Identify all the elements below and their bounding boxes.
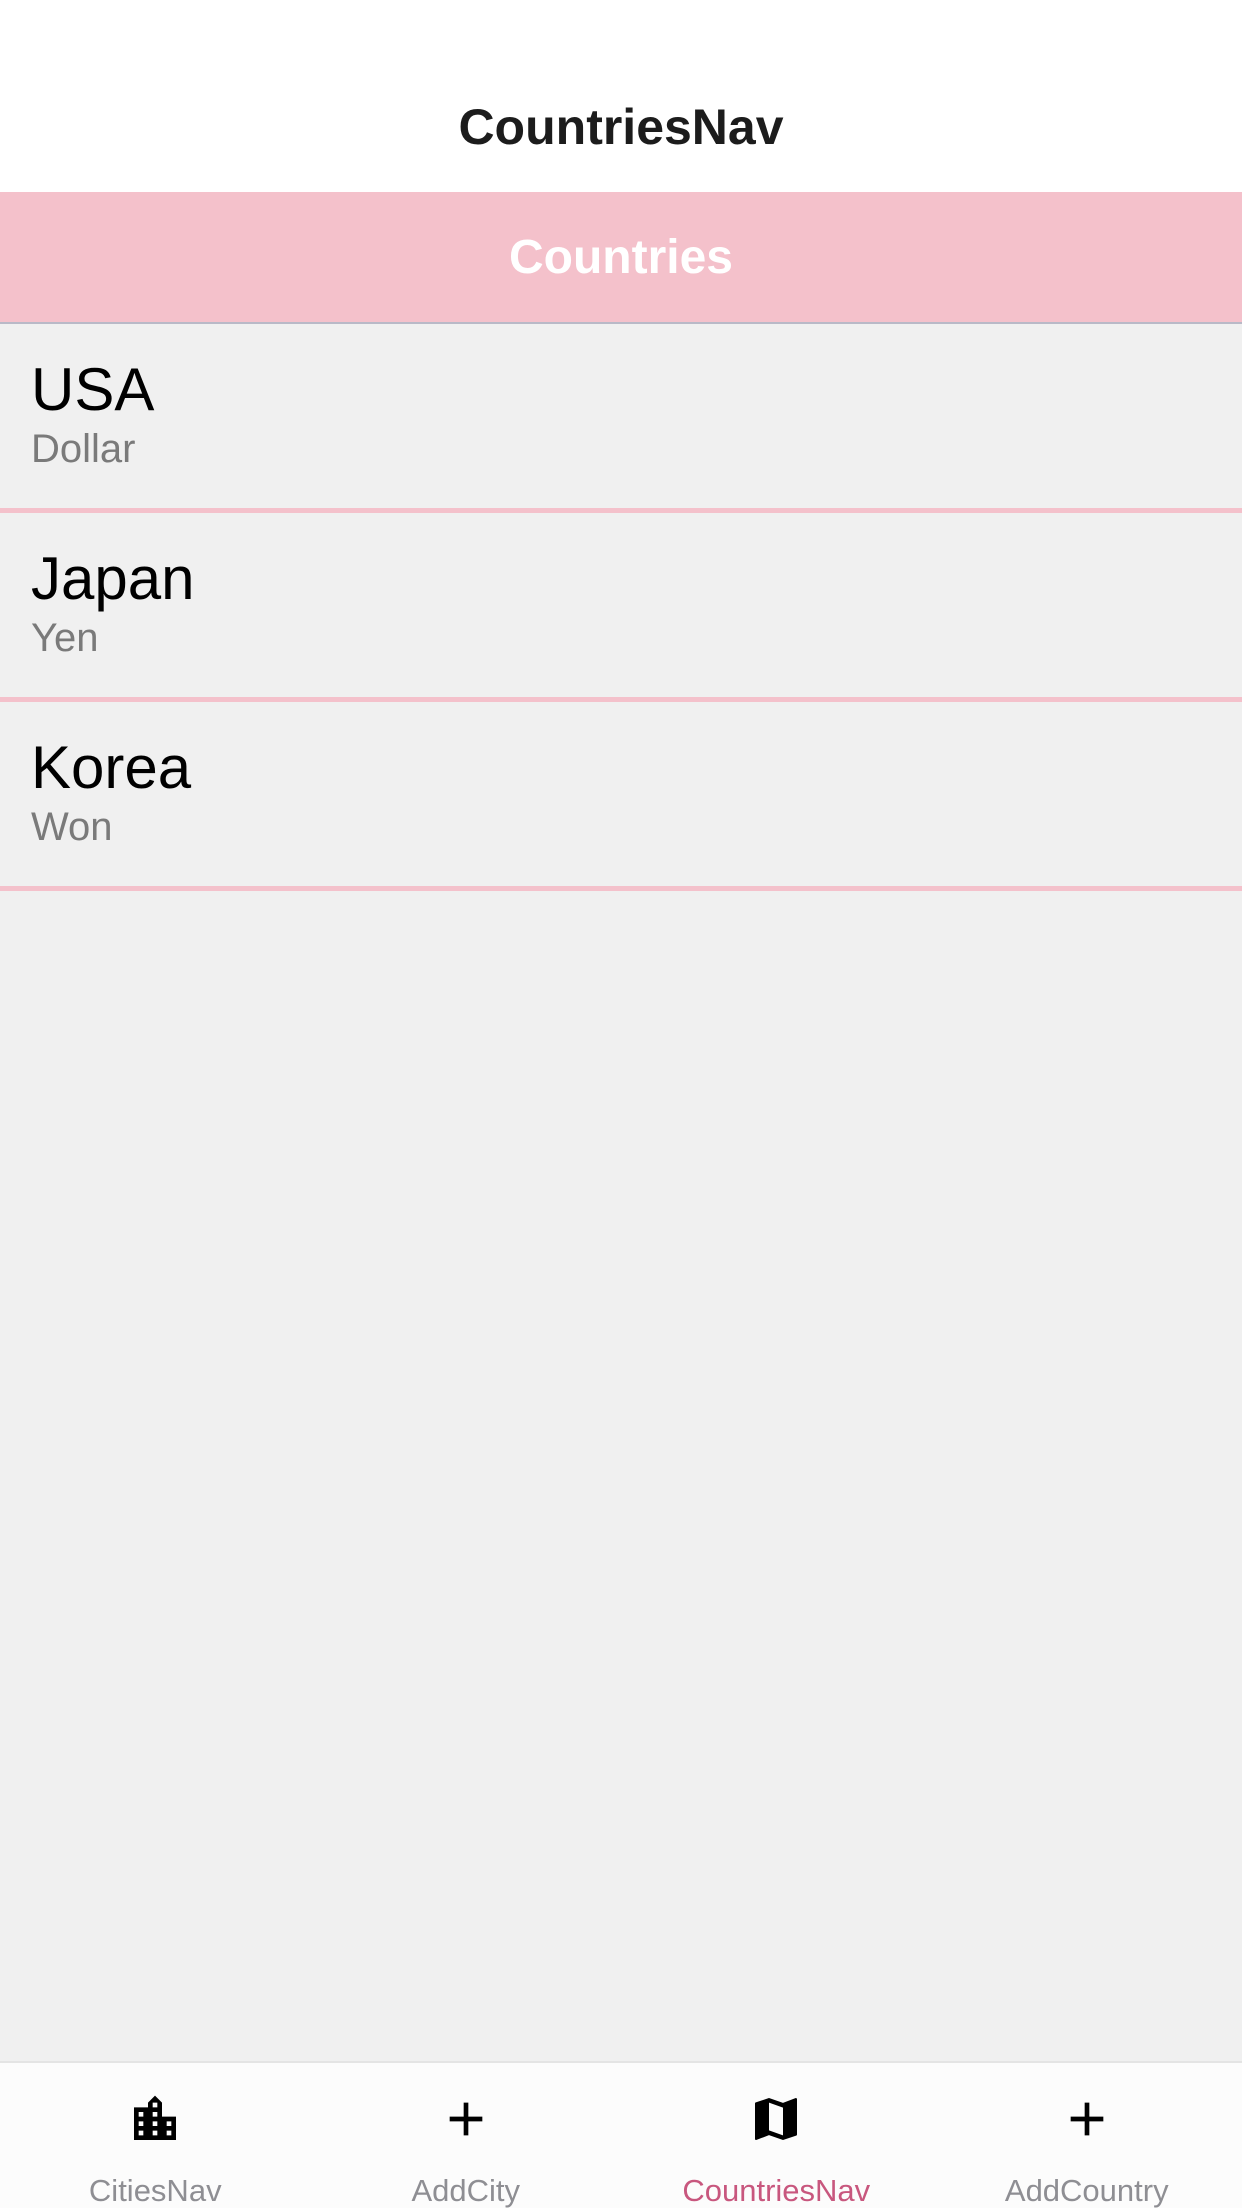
navigation-header: CountriesNav [0, 0, 1242, 192]
country-name: Japan [31, 545, 195, 612]
country-currency: Yen [31, 616, 99, 660]
tab-cities-nav[interactable]: CitiesNav [0, 2063, 311, 2208]
map-icon [755, 2098, 798, 2140]
list-item-usa[interactable]: USA Dollar [0, 324, 1242, 513]
tab-countries-nav[interactable]: CountriesNav [621, 2063, 932, 2208]
tab-add-city[interactable]: AddCity [311, 2063, 622, 2208]
tab-add-country[interactable]: AddCountry [932, 2063, 1242, 2208]
plus-icon [1070, 2102, 1104, 2136]
screen: CountriesNav Countries USA Dollar Japan … [0, 0, 1242, 2208]
tab-label: CountriesNav [682, 2173, 871, 2208]
section-header: Countries [0, 192, 1242, 324]
country-name: USA [31, 356, 155, 423]
tab-bar: CitiesNav AddCity CountriesNav AddCountr… [0, 2061, 1242, 2208]
tab-label: AddCountry [1004, 2173, 1169, 2208]
country-currency: Won [31, 805, 113, 849]
country-name: Korea [31, 734, 192, 801]
countries-list: USA Dollar Japan Yen Korea Won [0, 324, 1242, 891]
section-title: Countries [508, 231, 733, 284]
tab-label: CitiesNav [88, 2173, 222, 2208]
list-item-japan[interactable]: Japan Yen [0, 513, 1242, 702]
list-item-korea[interactable]: Korea Won [0, 702, 1242, 891]
plus-icon [449, 2102, 483, 2136]
country-currency: Dollar [31, 427, 136, 471]
page-title: CountriesNav [458, 99, 784, 155]
city-icon [134, 2095, 177, 2140]
tab-label: AddCity [411, 2173, 521, 2208]
